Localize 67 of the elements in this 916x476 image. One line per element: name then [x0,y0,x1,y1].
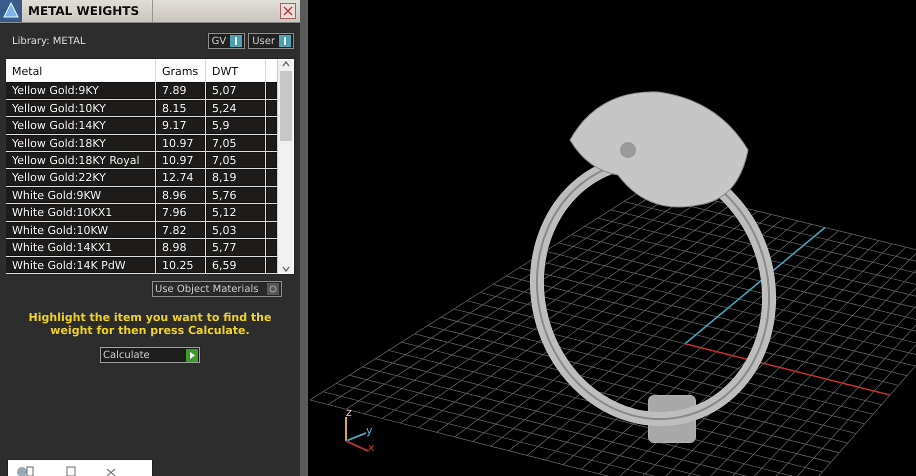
table-cell: Yellow Gold:10KY [6,100,156,116]
table-cell: White Gold:9KW [6,186,156,204]
table-cell: Yellow Gold:9KY [6,82,156,99]
table-cell: 5,03 [206,222,266,238]
table-row[interactable]: White Gold:10KW 7.82 5,03 [6,222,278,240]
minimized-window[interactable] [8,460,152,476]
table-cell: Yellow Gold:18KY [6,134,156,151]
window-icon[interactable] [16,464,36,476]
scrollbar-thumb[interactable] [280,71,292,141]
circle-icon [269,285,277,293]
table-cell: 10.97 [156,134,206,151]
table-cell: 7,05 [206,134,266,151]
close-button[interactable] [280,3,296,19]
toggle-indicator-icon [230,35,242,47]
axis-label: x [368,441,375,454]
axis-label: y [366,424,373,437]
table-row[interactable]: White Gold:14K PdW 10.25 6,59 [6,256,278,274]
table-cell: 5,07 [206,82,266,99]
close-icon[interactable] [106,466,116,476]
toggle-button[interactable]: User [248,33,294,49]
table-cell: 5,24 [206,100,266,116]
calculate-button[interactable]: Calculate [100,347,200,363]
scrollbar[interactable] [278,59,294,274]
table-cell: 8.96 [156,186,206,204]
play-icon [186,348,198,362]
table-cell: 10.97 [156,152,206,168]
table-row[interactable]: Yellow Gold:18KY 10.97 7,05 [6,134,278,152]
use-object-materials-toggle[interactable]: Use Object Materials [152,281,282,297]
table-cell: 7.96 [156,204,206,221]
table-cell: Yellow Gold:14KY [6,117,156,134]
toggle-button[interactable]: GV [208,33,246,49]
table-cell: Yellow Gold:22KY [6,169,156,186]
toggle-indicator-icon [279,35,291,47]
table-cell: 9.17 [156,117,206,134]
table-cell: 10.25 [156,256,206,274]
table-cell: White Gold:10KX1 [6,204,156,221]
instruction-text: Highlight the item you want to find the weight for then press Calculate. [28,311,272,337]
table-row[interactable]: Yellow Gold:14KY 9.17 5,9 [6,117,278,135]
table-cell: 5,76 [206,186,266,204]
table-cell: 5,9 [206,117,266,134]
axis-label: z [346,406,352,419]
table-row[interactable]: Yellow Gold:9KY 7.89 5,07 [6,82,278,100]
table-cell: White Gold:10KW [6,222,156,238]
table-row[interactable]: Yellow Gold:10KY 8.15 5,24 [6,100,278,118]
library-label: Library: METAL [12,36,86,46]
table-cell: White Gold:14K PdW [6,256,156,274]
pyramid-icon [0,0,22,22]
table-cell: 7.82 [156,222,206,238]
table-cell: Yellow Gold:18KY Royal [6,152,156,168]
table-row[interactable]: White Gold:14KX1 8.98 5,77 [6,239,278,257]
table-cell: 5,12 [206,204,266,221]
maximize-icon[interactable] [66,466,76,476]
table-cell: 12.74 [156,169,206,186]
table-cell: 8.15 [156,100,206,116]
table-cell: 7.89 [156,82,206,99]
table-cell: White Gold:14KX1 [6,239,156,256]
table-row[interactable]: Yellow Gold:22KY 12.74 8,19 [6,169,278,187]
table-cell: 7,05 [206,152,266,168]
window-title: METAL WEIGHTS [27,4,140,18]
table-cell: 8.98 [156,239,206,256]
table-row[interactable]: Yellow Gold:18KY Royal 10.97 7,05 [6,152,278,170]
table-cell: 8,19 [206,169,266,186]
table-row[interactable]: White Gold:9KW 8.96 5,76 [6,186,278,204]
table-cell: 5,77 [206,239,266,256]
table-cell: 6,59 [206,256,266,274]
close-icon [283,6,293,16]
table-row[interactable]: White Gold:10KX1 7.96 5,12 [6,204,278,222]
